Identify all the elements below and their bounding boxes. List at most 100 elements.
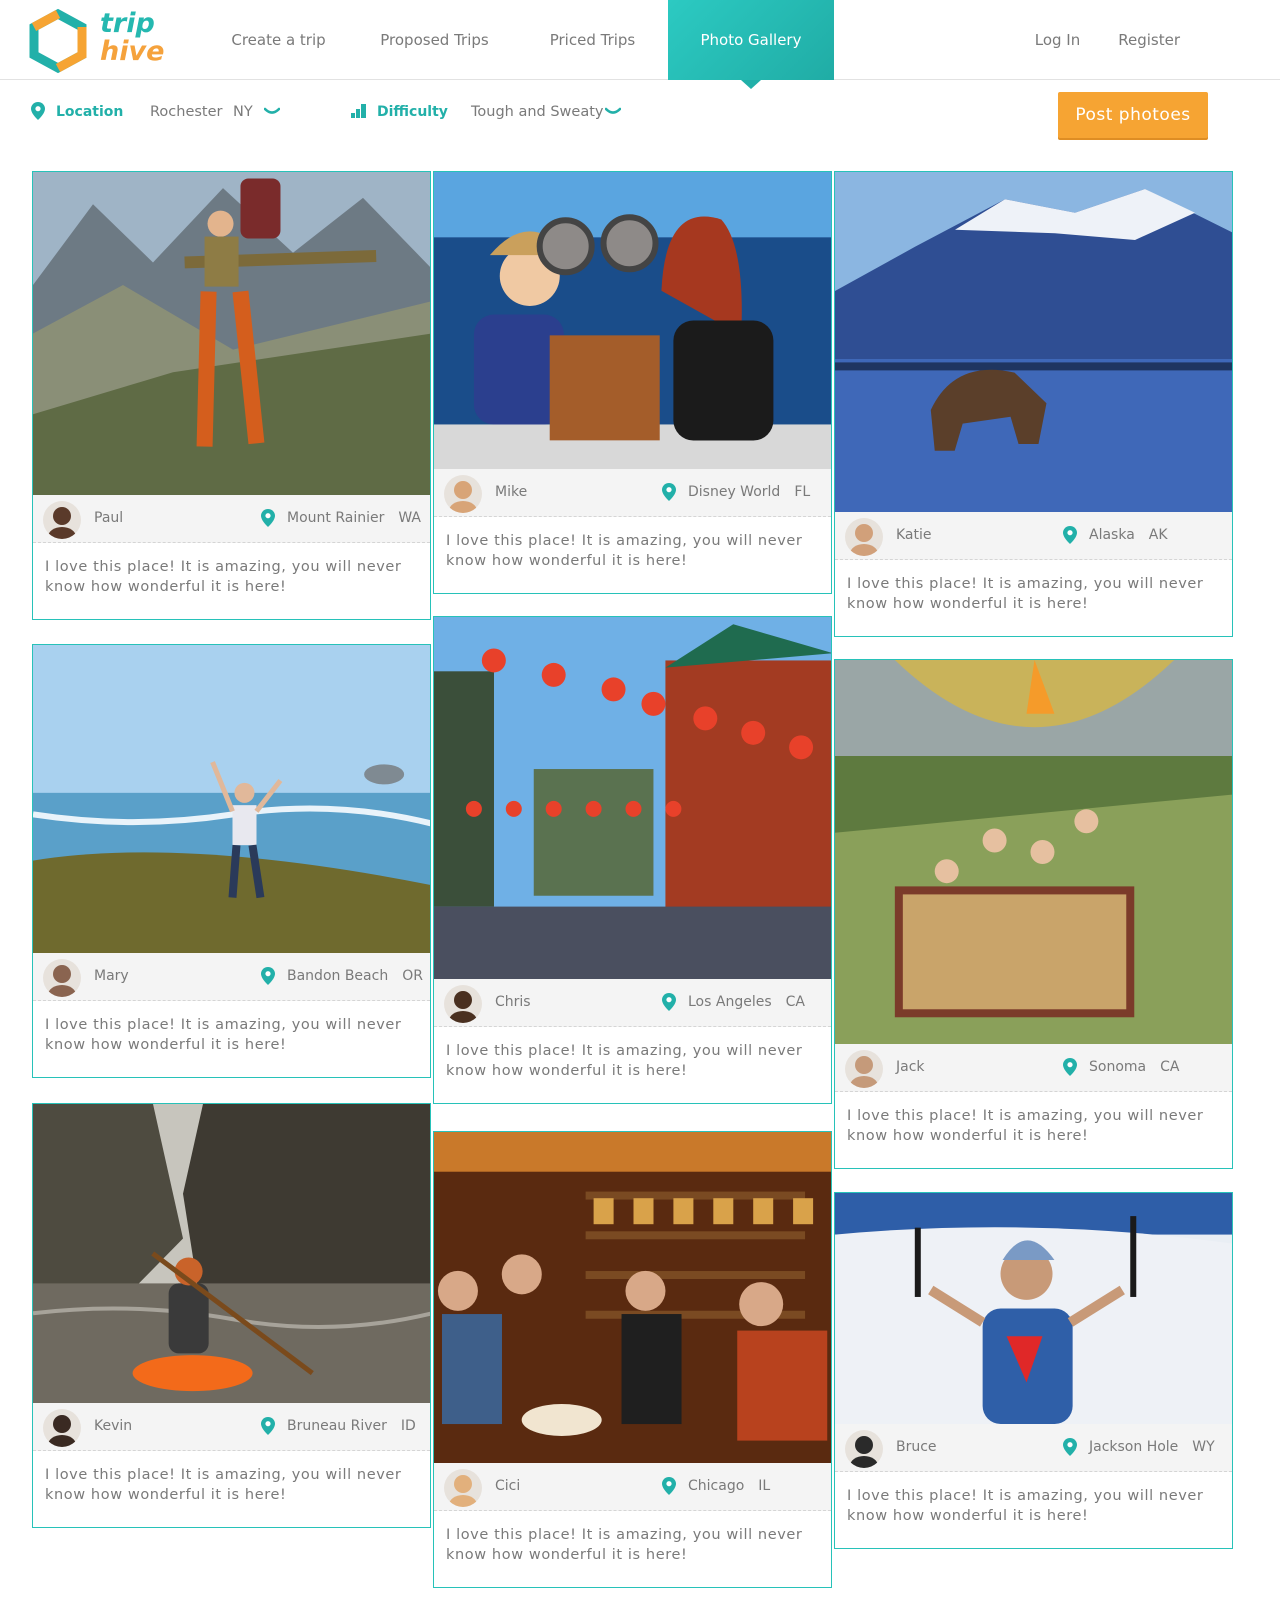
photo-caption: I love this place! It is amazing, you wi…	[45, 1467, 402, 1503]
user-name[interactable]: Bruce	[896, 1439, 937, 1455]
place-label[interactable]: Bandon Beach OR	[287, 968, 423, 984]
login-link[interactable]: Log In	[1035, 31, 1081, 49]
photo-card[interactable]: Jack Sonoma CA I love this place! It is a…	[834, 659, 1236, 1177]
place-label[interactable]: Alaska AK	[1089, 527, 1168, 543]
card-meta: Mary Bandon Beach OR	[33, 953, 430, 1001]
photo-card[interactable]: Bruce Jackson Hole WY I love this place! …	[834, 1192, 1236, 1557]
photo-card[interactable]: Chris Los Angeles CA I love this place! I…	[433, 616, 835, 1112]
location-label: Location	[56, 104, 124, 120]
location-pin-icon	[31, 102, 45, 120]
card-meta: Paul Mount Rainier WA	[33, 495, 430, 543]
location-pin-icon	[1063, 1438, 1077, 1456]
post-photos-button[interactable]: Post photoes	[1058, 92, 1208, 138]
register-link[interactable]: Register	[1118, 31, 1180, 49]
place-state: AK	[1148, 527, 1168, 543]
place-name: Mount Rainier	[287, 510, 385, 526]
place-state: FL	[794, 484, 811, 500]
place-name: Jackson Hole	[1089, 1439, 1179, 1455]
place-state: WY	[1192, 1439, 1215, 1455]
place-name: Sonoma	[1089, 1059, 1147, 1075]
avatar[interactable]	[845, 1430, 883, 1468]
difficulty-value[interactable]: Tough and Sweaty	[471, 104, 603, 120]
nav-create-trip[interactable]: Create a trip	[205, 0, 352, 80]
main-nav: Create a trip Proposed Trips Priced Trip…	[205, 0, 834, 89]
nav-priced-trips[interactable]: Priced Trips	[517, 0, 668, 80]
place-label[interactable]: Sonoma CA	[1089, 1059, 1179, 1075]
logo-line-2: hive	[100, 36, 165, 67]
hexagon-logo-icon	[29, 8, 87, 74]
location-pin-icon	[261, 967, 275, 985]
user-name[interactable]: Mike	[495, 484, 527, 500]
trip-photo[interactable]	[33, 172, 430, 495]
user-name[interactable]: Kevin	[94, 1418, 132, 1434]
location-pin-icon	[662, 993, 676, 1011]
trip-photo[interactable]	[33, 1104, 430, 1403]
location-pin-icon	[1063, 1058, 1077, 1076]
trip-photo[interactable]	[434, 617, 831, 979]
photo-caption: I love this place! It is amazing, you wi…	[847, 1488, 1204, 1524]
user-name[interactable]: Paul	[94, 510, 123, 526]
top-header: trip hive Create a trip Proposed Trips P…	[0, 0, 1280, 89]
trip-photo[interactable]	[835, 660, 1232, 1044]
user-name[interactable]: Katie	[896, 527, 932, 543]
nav-photo-gallery[interactable]: Photo Gallery	[668, 0, 834, 89]
place-state: IL	[758, 1478, 771, 1494]
place-state: CA	[785, 994, 805, 1010]
chevron-down-icon[interactable]	[605, 107, 621, 117]
place-label[interactable]: Los Angeles CA	[688, 994, 805, 1010]
place-label[interactable]: Disney World FL	[688, 484, 810, 500]
auth-links: Log In Register	[997, 0, 1180, 80]
place-label[interactable]: Jackson Hole WY	[1089, 1439, 1215, 1455]
place-state: WA	[398, 510, 422, 526]
place-label[interactable]: Chicago IL	[688, 1478, 770, 1494]
difficulty-bars-icon	[351, 104, 366, 118]
photo-card[interactable]: Kevin Bruneau River ID I love this place!…	[32, 1103, 434, 1536]
location-pin-icon	[662, 1477, 676, 1495]
place-state: ID	[400, 1418, 416, 1434]
card-meta: Mike Disney World FL	[434, 469, 831, 517]
chevron-down-icon[interactable]	[264, 107, 280, 117]
user-name[interactable]: Chris	[495, 994, 531, 1010]
photo-card[interactable]: Cici Chicago IL I love this place! It is …	[433, 1131, 835, 1596]
location-pin-icon	[261, 1417, 275, 1435]
location-state[interactable]: NY	[233, 104, 253, 120]
avatar[interactable]	[43, 1409, 81, 1447]
card-meta: Cici Chicago IL	[434, 1463, 831, 1511]
tripHive-logo[interactable]: trip hive	[28, 8, 168, 74]
avatar[interactable]	[444, 1469, 482, 1507]
avatar[interactable]	[43, 959, 81, 997]
place-label[interactable]: Mount Rainier WA	[287, 510, 421, 526]
trip-photo[interactable]	[835, 172, 1232, 512]
nav-label: Priced Trips	[549, 31, 636, 49]
photo-caption: I love this place! It is amazing, you wi…	[446, 1527, 803, 1563]
trip-photo[interactable]	[434, 172, 831, 469]
place-label[interactable]: Bruneau River ID	[287, 1418, 416, 1434]
user-name[interactable]: Mary	[94, 968, 129, 984]
nav-proposed-trips[interactable]: Proposed Trips	[352, 0, 517, 80]
photo-card[interactable]: Mary Bandon Beach OR I love this place! I…	[32, 644, 434, 1086]
avatar[interactable]	[444, 475, 482, 513]
trip-photo[interactable]	[434, 1132, 831, 1463]
location-pin-icon	[662, 483, 676, 501]
location-city[interactable]: Rochester	[150, 104, 223, 120]
place-name: Disney World	[688, 484, 781, 500]
avatar[interactable]	[845, 1050, 883, 1088]
place-name: Bruneau River	[287, 1418, 387, 1434]
avatar[interactable]	[43, 501, 81, 539]
trip-photo[interactable]	[33, 645, 430, 953]
card-meta: Jack Sonoma CA	[835, 1044, 1232, 1092]
card-meta: Kevin Bruneau River ID	[33, 1403, 430, 1451]
nav-label: Proposed Trips	[380, 31, 489, 49]
photo-caption: I love this place! It is amazing, you wi…	[446, 1043, 803, 1079]
photo-card[interactable]: Paul Mount Rainier WA I love this place! …	[32, 171, 434, 628]
user-name[interactable]: Jack	[896, 1059, 925, 1075]
photo-card[interactable]: Mike Disney World FL I love this place! I…	[433, 171, 835, 602]
avatar[interactable]	[845, 518, 883, 556]
trip-photo[interactable]	[835, 1193, 1232, 1424]
card-meta: Katie Alaska AK	[835, 512, 1232, 560]
place-name: Alaska	[1089, 527, 1135, 543]
photo-card[interactable]: Katie Alaska AK I love this place! It is …	[834, 171, 1236, 645]
difficulty-label: Difficulty	[377, 104, 448, 120]
user-name[interactable]: Cici	[495, 1478, 520, 1494]
avatar[interactable]	[444, 985, 482, 1023]
